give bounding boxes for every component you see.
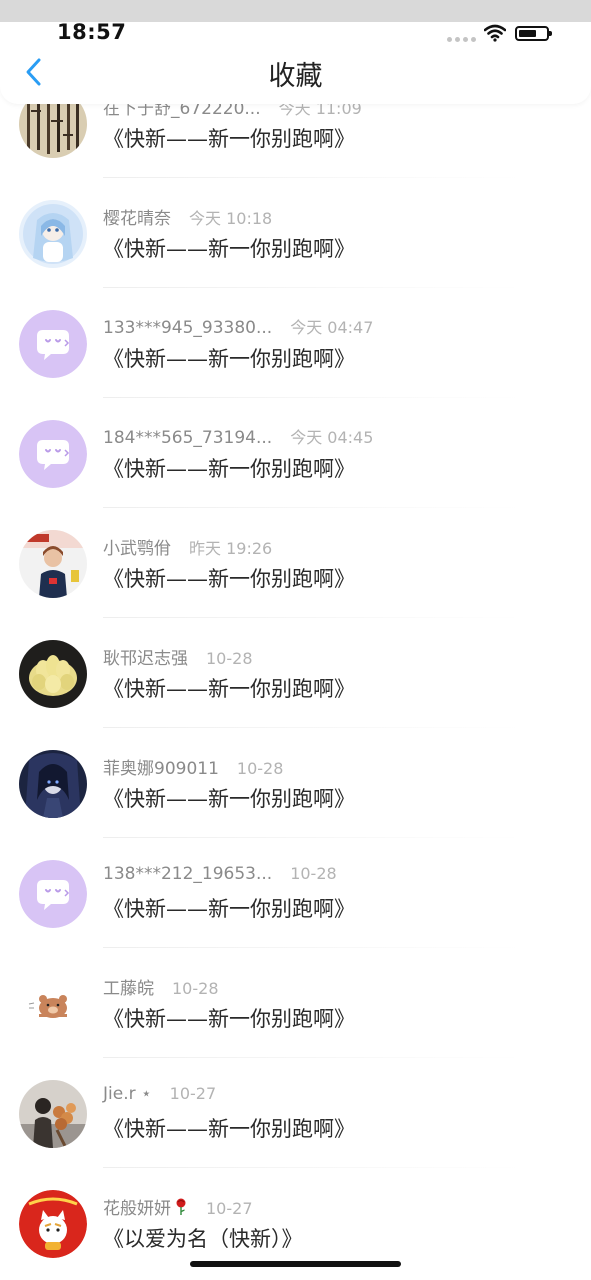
favorite-title[interactable]: 《快新——新一你别跑啊》	[103, 673, 355, 703]
timestamp: 10-28	[206, 649, 253, 668]
list-item[interactable]: 樱花晴奈 今天 10:18 《快新——新一你别跑啊》	[0, 178, 591, 288]
list-item[interactable]: 133***945_93380... 今天 04:47 《快新——新一你别跑啊》	[0, 288, 591, 398]
bear-sticker-avatar[interactable]	[19, 970, 87, 1038]
timestamp: 今天 10:18	[189, 209, 273, 228]
timestamp: 昨天 19:26	[189, 539, 273, 558]
battery-icon	[515, 26, 552, 41]
favorite-title[interactable]: 《快新——新一你别跑啊》	[103, 1113, 355, 1143]
home-indicator[interactable]	[190, 1261, 401, 1267]
list-item[interactable]: 菲奥娜909011 10-28 《快新——新一你别跑啊》	[0, 728, 591, 838]
favorites-list: 在下于舒_672220... 今天 11:09 《快新——新一你别跑啊》 樱花晴…	[0, 0, 591, 1280]
red-cat-avatar[interactable]	[19, 1190, 87, 1258]
user-name[interactable]: 小武鹗佾	[103, 534, 171, 559]
user-name[interactable]: Jie.r ⋆	[103, 1084, 152, 1104]
user-name[interactable]: 133***945_93380...	[103, 318, 272, 338]
favorite-title[interactable]: 《快新——新一你别跑啊》	[103, 343, 355, 373]
user-name[interactable]: 工藤皖	[103, 974, 154, 999]
list-item[interactable]: 小武鹗佾 昨天 19:26 《快新——新一你别跑啊》	[0, 508, 591, 618]
rose-icon	[174, 1198, 188, 1216]
favorite-title[interactable]: 《快新——新一你别跑啊》	[103, 123, 355, 153]
favorite-title[interactable]: 《快新——新一你别跑啊》	[103, 453, 355, 483]
default-chat-avatar[interactable]	[19, 310, 87, 378]
page-title: 收藏	[268, 61, 323, 92]
dark-anime-avatar[interactable]	[19, 750, 87, 818]
user-name[interactable]: 菲奥娜909011	[103, 754, 219, 779]
favorite-title[interactable]: 《快新——新一你别跑啊》	[103, 1003, 355, 1033]
signal-icon	[447, 37, 476, 42]
timestamp: 今天 04:45	[290, 428, 374, 447]
list-item[interactable]: 138***212_19653... 10-28 《快新——新一你别跑啊》	[0, 838, 591, 948]
list-item[interactable]: 耿邗迟志强 10-28 《快新——新一你别跑啊》	[0, 618, 591, 728]
user-name[interactable]: 耿邗迟志强	[103, 644, 188, 669]
timestamp: 10-27	[169, 1084, 217, 1103]
favorite-title[interactable]: 《快新——新一你别跑啊》	[103, 233, 355, 263]
flowers-photo-avatar[interactable]	[19, 1080, 87, 1148]
status-bar-background	[0, 0, 591, 22]
list-item[interactable]: 工藤皖 10-28 《快新——新一你别跑啊》	[0, 948, 591, 1058]
succulent-avatar[interactable]	[19, 640, 87, 708]
timestamp: 10-28	[236, 759, 284, 778]
timestamp: 今天 04:47	[290, 318, 374, 337]
person-photo-avatar[interactable]	[19, 530, 87, 598]
default-chat-avatar[interactable]	[19, 420, 87, 488]
timestamp: 10-27	[206, 1199, 253, 1218]
favorite-title[interactable]: 《快新——新一你别跑啊》	[103, 893, 355, 923]
user-name[interactable]: 樱花晴奈	[103, 204, 171, 229]
favorite-title[interactable]: 《快新——新一你别跑啊》	[103, 563, 355, 593]
list-item[interactable]: 184***565_73194... 今天 04:45 《快新——新一你别跑啊》	[0, 398, 591, 508]
user-name[interactable]: 184***565_73194...	[103, 428, 272, 448]
favorite-title[interactable]: 《以爱为名（快新）》	[103, 1223, 303, 1253]
wifi-icon	[484, 24, 506, 42]
timestamp: 10-28	[172, 979, 219, 998]
user-name[interactable]: 138***212_19653...	[103, 864, 272, 884]
status-bar: 18:57	[0, 0, 591, 50]
favorite-title[interactable]: 《快新——新一你别跑啊》	[103, 783, 355, 813]
user-name[interactable]: 花般妍妍	[103, 1194, 171, 1219]
anime-girl-avatar[interactable]	[19, 200, 87, 268]
list-item[interactable]: Jie.r ⋆ 10-27 《快新——新一你别跑啊》	[0, 1058, 591, 1168]
status-time: 18:57	[57, 20, 127, 44]
timestamp: 10-28	[290, 864, 337, 883]
default-chat-avatar[interactable]	[19, 860, 87, 928]
